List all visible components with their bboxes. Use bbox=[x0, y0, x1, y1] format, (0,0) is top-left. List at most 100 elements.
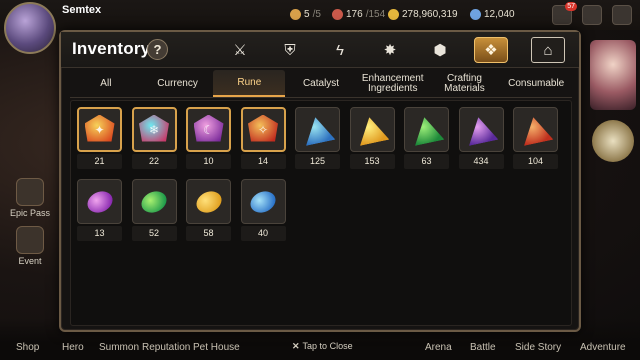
mail-icon[interactable]: 57 bbox=[552, 2, 577, 25]
item-count: 21 bbox=[77, 154, 122, 169]
rune-gem-icon bbox=[409, 114, 444, 146]
inventory-tabs: All Currency Rune Catalyst Enhancement I… bbox=[70, 70, 572, 98]
item-slot: ❄ bbox=[131, 107, 177, 152]
hero-portrait[interactable] bbox=[590, 40, 636, 110]
inventory-item[interactable]: 40 bbox=[240, 179, 286, 243]
inventory-item[interactable]: ❄ 22 bbox=[131, 107, 177, 171]
item-count: 63 bbox=[404, 154, 449, 169]
item-count: 104 bbox=[513, 154, 558, 169]
inventory-item[interactable]: 58 bbox=[186, 179, 231, 243]
nav-battle[interactable]: Battle bbox=[470, 342, 496, 353]
item-slot bbox=[131, 179, 177, 224]
player-name: Semtex bbox=[62, 4, 102, 16]
rune-gem-icon: ✦ bbox=[84, 114, 115, 142]
chat-icon[interactable] bbox=[582, 5, 602, 25]
item-grid: ✦ 21 ❄ 22 ☾ 10 ✧ 14 125 153 63 434 104 13 52 58 40 bbox=[70, 100, 572, 326]
inventory-item[interactable]: 63 bbox=[404, 107, 449, 171]
inventory-item[interactable]: ☾ 10 bbox=[186, 107, 231, 171]
artifact-icon[interactable]: ⛨ bbox=[273, 37, 307, 63]
inventory-item[interactable]: 104 bbox=[513, 107, 558, 171]
epic-pass-icon bbox=[16, 178, 44, 206]
rune-gem-icon bbox=[137, 186, 171, 217]
item-slot bbox=[186, 179, 231, 224]
item-count: 13 bbox=[77, 226, 122, 241]
rune-gem-icon bbox=[355, 114, 390, 146]
item-slot bbox=[349, 107, 395, 152]
nav-pet-house[interactable]: Pet House bbox=[193, 342, 240, 353]
burst-icon[interactable]: ✸ bbox=[373, 37, 407, 63]
item-slot bbox=[513, 107, 558, 152]
inventory-item[interactable]: ✦ 21 bbox=[77, 107, 122, 171]
item-slot bbox=[404, 107, 449, 152]
item-slot: ☾ bbox=[186, 107, 231, 152]
tab-currency[interactable]: Currency bbox=[142, 70, 214, 97]
left-menu-epic-pass[interactable]: Epic Pass bbox=[8, 178, 52, 218]
rune-gem-icon bbox=[192, 186, 225, 217]
page-title: Inventory bbox=[72, 39, 151, 58]
item-count: 22 bbox=[131, 154, 177, 169]
tap-to-close[interactable]: ✕ Tap to Close bbox=[292, 341, 353, 352]
tab-rune[interactable]: Rune bbox=[213, 70, 286, 97]
tab-catalyst[interactable]: Catalyst bbox=[285, 70, 357, 97]
item-count: 14 bbox=[240, 154, 286, 169]
tab-enhancement-ingredients[interactable]: Enhancement Ingredients bbox=[357, 70, 429, 97]
help-button[interactable]: ? bbox=[147, 39, 168, 60]
nav-summon[interactable]: Summon bbox=[99, 342, 139, 353]
inventory-item[interactable]: 434 bbox=[458, 107, 504, 171]
rune-gem-icon bbox=[300, 114, 335, 146]
inventory-header: Inventory ? ⚔ ⛨ ϟ ✸ ⬢ ❖ ⌂ bbox=[61, 32, 579, 68]
nav-shop[interactable]: Shop bbox=[16, 342, 39, 353]
adventure-icon[interactable] bbox=[592, 120, 634, 162]
lightning-icon[interactable]: ϟ bbox=[323, 37, 357, 63]
tab-all[interactable]: All bbox=[70, 70, 142, 97]
rune-gem-icon: ❄ bbox=[139, 114, 169, 142]
nav-adventure[interactable]: Adventure bbox=[580, 342, 626, 353]
item-slot bbox=[458, 107, 504, 152]
item-count: 434 bbox=[458, 154, 504, 169]
item-count: 10 bbox=[186, 154, 231, 169]
item-count: 153 bbox=[349, 154, 395, 169]
nav-arena[interactable]: Arena bbox=[425, 342, 452, 353]
crystal-icon bbox=[470, 9, 481, 20]
event-icon bbox=[16, 226, 44, 254]
gold-icon bbox=[388, 9, 399, 20]
item-slot bbox=[77, 179, 122, 224]
item-count: 58 bbox=[186, 226, 231, 241]
energy-icon bbox=[332, 9, 343, 20]
left-menu-event[interactable]: Event bbox=[8, 226, 52, 266]
item-slot: ✧ bbox=[240, 107, 286, 152]
stamina-icon bbox=[290, 9, 301, 20]
nav-hero[interactable]: Hero bbox=[62, 342, 84, 353]
rune-gem-icon: ☾ bbox=[193, 114, 224, 142]
resource-crystal: 12,040 bbox=[470, 9, 515, 20]
inventory-item[interactable]: 125 bbox=[295, 107, 340, 171]
item-slot bbox=[240, 179, 286, 224]
rune-bag-icon[interactable]: ❖ bbox=[474, 37, 508, 63]
cube-icon[interactable]: ⬢ bbox=[423, 37, 457, 63]
inventory-item[interactable]: 13 bbox=[77, 179, 122, 243]
inventory-item[interactable]: 52 bbox=[131, 179, 177, 243]
player-avatar[interactable] bbox=[4, 2, 56, 54]
menu-icon[interactable] bbox=[612, 5, 632, 25]
rune-gem-icon bbox=[518, 114, 553, 146]
inventory-item[interactable]: ✧ 14 bbox=[240, 107, 286, 171]
item-count: 52 bbox=[131, 226, 177, 241]
resource-gold: 278,960,319 bbox=[388, 9, 458, 20]
nav-reputation[interactable]: Reputation bbox=[142, 342, 190, 353]
item-count: 40 bbox=[240, 226, 286, 241]
tab-crafting-materials[interactable]: Crafting Materials bbox=[429, 70, 501, 97]
house-icon[interactable]: ⌂ bbox=[531, 37, 565, 63]
inventory-item[interactable]: 153 bbox=[349, 107, 395, 171]
resource-energy: 176/154 bbox=[332, 9, 385, 20]
rune-gem-icon: ✧ bbox=[248, 114, 278, 142]
item-slot bbox=[295, 107, 340, 152]
close-icon: ✕ bbox=[292, 341, 300, 351]
equipment-icon[interactable]: ⚔ bbox=[223, 37, 257, 63]
inventory-panel: Inventory ? ⚔ ⛨ ϟ ✸ ⬢ ❖ ⌂ All Currency R… bbox=[59, 30, 581, 332]
tab-consumable[interactable]: Consumable bbox=[500, 70, 572, 97]
rune-gem-icon bbox=[464, 114, 499, 146]
rune-gem-icon bbox=[83, 186, 116, 217]
item-count: 125 bbox=[295, 154, 340, 169]
nav-side-story[interactable]: Side Story bbox=[515, 342, 561, 353]
rune-gem-icon bbox=[246, 186, 280, 217]
